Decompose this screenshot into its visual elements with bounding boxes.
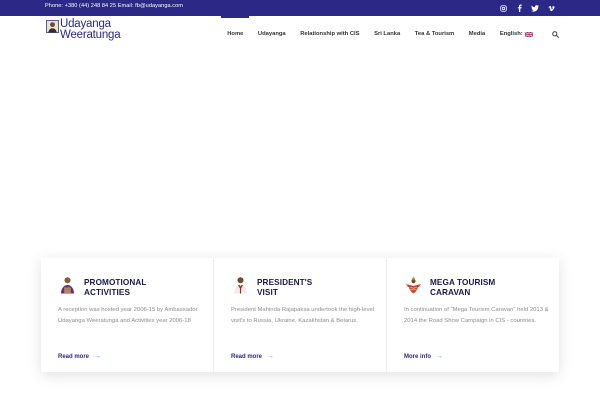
president-figure-icon [233, 277, 248, 294]
nav-item-media[interactable]: Media [469, 16, 485, 52]
main-navigation: Home Udayanga Relationship with CIS Sri … [220, 16, 560, 52]
contact-info: Phone: +380 (44) 248 84 25 Email: fb@uda… [45, 3, 183, 9]
dancer-figure-icon [405, 276, 422, 294]
nav-item-home[interactable]: Home [221, 16, 250, 52]
uk-flag-icon [524, 31, 533, 37]
facebook-icon[interactable] [515, 4, 523, 12]
card-description: President Mahinda Rajapaksa undertook th… [231, 307, 375, 324]
social-links [499, 2, 555, 14]
nav-item-language[interactable]: English: [500, 16, 533, 52]
arrow-right-icon: → [267, 353, 275, 360]
nav-item-udayanga[interactable]: Udayanga [258, 16, 286, 52]
card-title: PRESIDENT'S VISIT [257, 278, 313, 297]
vimeo-icon[interactable] [547, 4, 555, 12]
card-title: MEGA TOURISM CARAVAN [430, 278, 496, 297]
feature-cards: PROMOTIONAL ACTIVITIES A reception was h… [41, 258, 559, 372]
link-label: Read more [58, 353, 90, 360]
card-description: A reception was hosted year 2006-15 by A… [58, 307, 198, 324]
portrait-emblem-icon [46, 20, 59, 33]
link-label: More info [404, 353, 431, 360]
twitter-icon[interactable] [531, 4, 539, 12]
read-more-link[interactable]: Read more → [58, 353, 101, 360]
top-bar: Phone: +380 (44) 248 84 25 Email: fb@uda… [0, 0, 600, 16]
nav-item-sri-lanka[interactable]: Sri Lanka [374, 16, 400, 52]
site-header: Udayanga Weeratunga Home Udayanga Relati… [0, 16, 600, 52]
nav-item-tea-tourism[interactable]: Tea & Tourism [415, 16, 454, 52]
nav-item-relationship-with-cis[interactable]: Relationship with CIS [300, 16, 359, 52]
card-title: PROMOTIONAL ACTIVITIES [84, 278, 147, 297]
logo-line-2: Weeratunga [60, 29, 121, 41]
more-info-link[interactable]: More info → [404, 353, 443, 360]
hero-area [0, 52, 600, 257]
arrow-right-icon: → [94, 353, 102, 360]
link-label: Read more [231, 353, 263, 360]
site-logo[interactable]: Udayanga Weeratunga [46, 18, 121, 41]
arrow-right-icon: → [436, 353, 443, 360]
card-presidents-visit: PRESIDENT'S VISIT President Mahinda Raja… [213, 258, 386, 372]
ambassador-figure-icon [60, 277, 75, 294]
card-promotional-activities: PROMOTIONAL ACTIVITIES A reception was h… [41, 258, 213, 372]
instagram-icon[interactable] [499, 4, 507, 12]
language-label: English: [499, 31, 523, 37]
read-more-link[interactable]: Read more → [231, 353, 274, 360]
card-description: In continuation of "Mega Tourism Caravan… [404, 307, 549, 324]
search-icon[interactable] [552, 30, 560, 38]
card-mega-tourism-caravan: MEGA TOURISM CARAVAN In continuation of … [386, 258, 559, 372]
